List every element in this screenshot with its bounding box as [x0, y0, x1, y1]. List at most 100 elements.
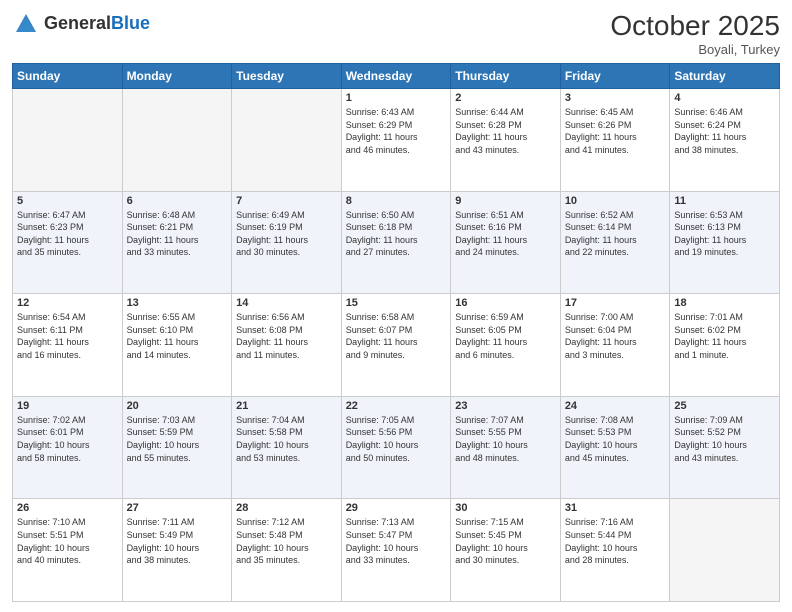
day-number: 12 — [17, 297, 118, 309]
day-info: Sunrise: 6:52 AM Sunset: 6:14 PM Dayligh… — [565, 209, 666, 259]
table-row: 7 Sunrise: 6:49 AM Sunset: 6:19 PM Daylig… — [232, 191, 342, 294]
day-info: Sunrise: 6:53 AM Sunset: 6:13 PM Dayligh… — [674, 209, 775, 259]
location-subtitle: Boyali, Turkey — [610, 42, 780, 57]
day-number: 3 — [565, 92, 666, 104]
table-row: 29Sunrise: 7:13 AM Sunset: 5:47 PM Dayli… — [341, 499, 451, 602]
calendar-week-row: 19 Sunrise: 7:02 AM Sunset: 6:01 PM Dayli… — [13, 396, 780, 499]
table-row: 22 Sunrise: 7:05 AM Sunset: 5:56 PM Dayli… — [341, 396, 451, 499]
calendar-week-row: 5 Sunrise: 6:47 AM Sunset: 6:23 PM Daylig… — [13, 191, 780, 294]
table-row — [670, 499, 780, 602]
day-number: 25 — [674, 400, 775, 412]
day-info: Sunrise: 6:44 AM Sunset: 6:28 PM Dayligh… — [455, 106, 556, 156]
day-info: Sunrise: 7:08 AM Sunset: 5:53 PM Dayligh… — [565, 414, 666, 464]
table-row: 9Sunrise: 6:51 AM Sunset: 6:16 PM Daylig… — [451, 191, 561, 294]
month-title: October 2025 — [610, 10, 780, 42]
day-number: 31 — [565, 502, 666, 514]
day-info: Sunrise: 7:04 AM Sunset: 5:58 PM Dayligh… — [236, 414, 337, 464]
day-info: Sunrise: 7:10 AM Sunset: 5:51 PM Dayligh… — [17, 516, 118, 566]
day-number: 21 — [236, 400, 337, 412]
table-row: 4Sunrise: 6:46 AM Sunset: 6:24 PM Daylig… — [670, 89, 780, 192]
day-info: Sunrise: 6:56 AM Sunset: 6:08 PM Dayligh… — [236, 311, 337, 361]
day-number: 14 — [236, 297, 337, 309]
table-row: 31 Sunrise: 7:16 AM Sunset: 5:44 PM Dayli… — [560, 499, 670, 602]
day-info: Sunrise: 6:47 AM Sunset: 6:23 PM Dayligh… — [17, 209, 118, 259]
day-info: Sunrise: 6:59 AM Sunset: 6:05 PM Dayligh… — [455, 311, 556, 361]
table-row: 12 Sunrise: 6:54 AM Sunset: 6:11 PM Dayli… — [13, 294, 123, 397]
day-number: 8 — [346, 195, 447, 207]
table-row: 26Sunrise: 7:10 AM Sunset: 5:51 PM Dayli… — [13, 499, 123, 602]
day-info: Sunrise: 7:07 AM Sunset: 5:55 PM Dayligh… — [455, 414, 556, 464]
day-number: 13 — [127, 297, 228, 309]
title-block: October 2025 Boyali, Turkey — [610, 10, 780, 57]
table-row: 15 Sunrise: 6:58 AM Sunset: 6:07 PM Dayli… — [341, 294, 451, 397]
table-row: 10 Sunrise: 6:52 AM Sunset: 6:14 PM Dayli… — [560, 191, 670, 294]
day-number: 6 — [127, 195, 228, 207]
col-wednesday: Wednesday — [341, 64, 451, 89]
table-row — [232, 89, 342, 192]
day-number: 2 — [455, 92, 556, 104]
day-number: 22 — [346, 400, 447, 412]
day-number: 5 — [17, 195, 118, 207]
day-info: Sunrise: 7:03 AM Sunset: 5:59 PM Dayligh… — [127, 414, 228, 464]
table-row: 30Sunrise: 7:15 AM Sunset: 5:45 PM Dayli… — [451, 499, 561, 602]
table-row: 24Sunrise: 7:08 AM Sunset: 5:53 PM Dayli… — [560, 396, 670, 499]
day-number: 27 — [127, 502, 228, 514]
day-number: 23 — [455, 400, 556, 412]
day-info: Sunrise: 6:45 AM Sunset: 6:26 PM Dayligh… — [565, 106, 666, 156]
table-row: 27 Sunrise: 7:11 AM Sunset: 5:49 PM Dayli… — [122, 499, 232, 602]
logo-general-text: General — [44, 13, 111, 33]
table-row: 28 Sunrise: 7:12 AM Sunset: 5:48 PM Dayli… — [232, 499, 342, 602]
table-row — [13, 89, 123, 192]
table-row: 14 Sunrise: 6:56 AM Sunset: 6:08 PM Dayli… — [232, 294, 342, 397]
day-number: 10 — [565, 195, 666, 207]
day-number: 18 — [674, 297, 775, 309]
day-info: Sunrise: 6:51 AM Sunset: 6:16 PM Dayligh… — [455, 209, 556, 259]
day-info: Sunrise: 7:00 AM Sunset: 6:04 PM Dayligh… — [565, 311, 666, 361]
day-number: 16 — [455, 297, 556, 309]
table-row: 2 Sunrise: 6:44 AM Sunset: 6:28 PM Daylig… — [451, 89, 561, 192]
col-saturday: Saturday — [670, 64, 780, 89]
day-info: Sunrise: 6:49 AM Sunset: 6:19 PM Dayligh… — [236, 209, 337, 259]
table-row: 13 Sunrise: 6:55 AM Sunset: 6:10 PM Dayli… — [122, 294, 232, 397]
day-number: 7 — [236, 195, 337, 207]
table-row: 19 Sunrise: 7:02 AM Sunset: 6:01 PM Dayli… — [13, 396, 123, 499]
table-row — [122, 89, 232, 192]
day-info: Sunrise: 7:01 AM Sunset: 6:02 PM Dayligh… — [674, 311, 775, 361]
table-row: 8Sunrise: 6:50 AM Sunset: 6:18 PM Daylig… — [341, 191, 451, 294]
table-row: 25 Sunrise: 7:09 AM Sunset: 5:52 PM Dayli… — [670, 396, 780, 499]
day-number: 28 — [236, 502, 337, 514]
day-number: 29 — [346, 502, 447, 514]
day-number: 19 — [17, 400, 118, 412]
col-monday: Monday — [122, 64, 232, 89]
day-number: 17 — [565, 297, 666, 309]
day-info: Sunrise: 7:11 AM Sunset: 5:49 PM Dayligh… — [127, 516, 228, 566]
day-number: 1 — [346, 92, 447, 104]
logo-icon — [12, 10, 40, 38]
table-row: 16 Sunrise: 6:59 AM Sunset: 6:05 PM Dayli… — [451, 294, 561, 397]
table-row: 23 Sunrise: 7:07 AM Sunset: 5:55 PM Dayli… — [451, 396, 561, 499]
table-row: 1Sunrise: 6:43 AM Sunset: 6:29 PM Daylig… — [341, 89, 451, 192]
day-info: Sunrise: 6:58 AM Sunset: 6:07 PM Dayligh… — [346, 311, 447, 361]
col-thursday: Thursday — [451, 64, 561, 89]
day-number: 20 — [127, 400, 228, 412]
day-number: 4 — [674, 92, 775, 104]
day-info: Sunrise: 7:05 AM Sunset: 5:56 PM Dayligh… — [346, 414, 447, 464]
day-info: Sunrise: 6:48 AM Sunset: 6:21 PM Dayligh… — [127, 209, 228, 259]
table-row: 3 Sunrise: 6:45 AM Sunset: 6:26 PM Daylig… — [560, 89, 670, 192]
table-row: 20 Sunrise: 7:03 AM Sunset: 5:59 PM Dayli… — [122, 396, 232, 499]
calendar-table: Sunday Monday Tuesday Wednesday Thursday… — [12, 63, 780, 602]
col-friday: Friday — [560, 64, 670, 89]
day-info: Sunrise: 7:16 AM Sunset: 5:44 PM Dayligh… — [565, 516, 666, 566]
table-row: 5 Sunrise: 6:47 AM Sunset: 6:23 PM Daylig… — [13, 191, 123, 294]
calendar-week-row: 1Sunrise: 6:43 AM Sunset: 6:29 PM Daylig… — [13, 89, 780, 192]
col-sunday: Sunday — [13, 64, 123, 89]
day-info: Sunrise: 6:54 AM Sunset: 6:11 PM Dayligh… — [17, 311, 118, 361]
day-info: Sunrise: 7:15 AM Sunset: 5:45 PM Dayligh… — [455, 516, 556, 566]
col-tuesday: Tuesday — [232, 64, 342, 89]
day-info: Sunrise: 7:02 AM Sunset: 6:01 PM Dayligh… — [17, 414, 118, 464]
day-info: Sunrise: 6:55 AM Sunset: 6:10 PM Dayligh… — [127, 311, 228, 361]
day-number: 15 — [346, 297, 447, 309]
day-info: Sunrise: 7:12 AM Sunset: 5:48 PM Dayligh… — [236, 516, 337, 566]
table-row: 21 Sunrise: 7:04 AM Sunset: 5:58 PM Dayli… — [232, 396, 342, 499]
day-info: Sunrise: 7:09 AM Sunset: 5:52 PM Dayligh… — [674, 414, 775, 464]
